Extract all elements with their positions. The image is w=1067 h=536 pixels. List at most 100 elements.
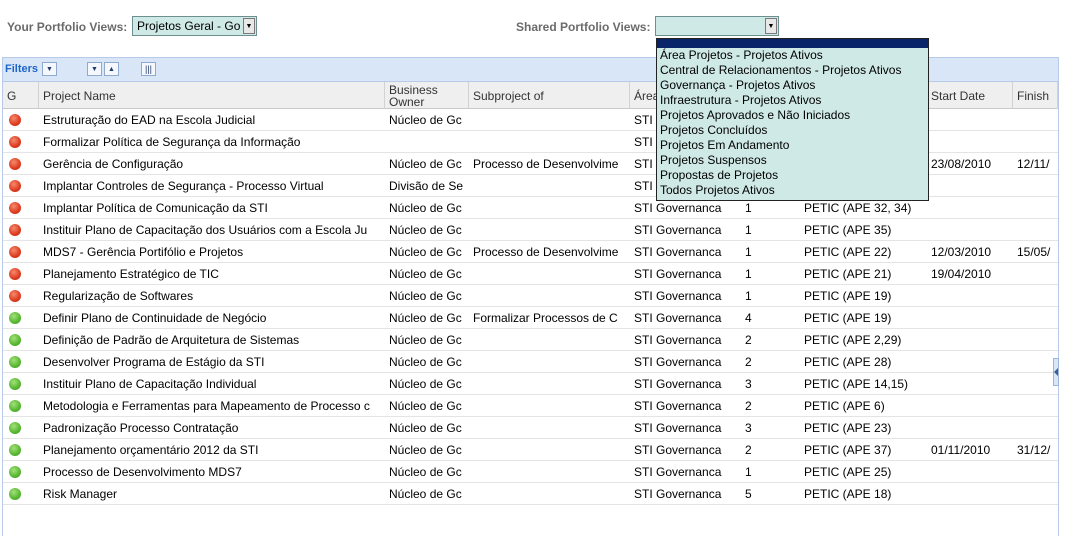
status-dot-icon [9,400,21,412]
project-name-cell[interactable]: Planejamento Estratégico de TIC [39,263,385,285]
expand-all-icon[interactable]: ▼ [87,62,102,76]
dropdown-option[interactable]: Infraestrutura - Projetos Ativos [657,93,928,108]
table-row[interactable]: Processo de Desenvolvimento MDS7 Núcleo d… [3,461,1058,483]
dropdown-option[interactable]: Área Projetos - Projetos Ativos [657,48,928,63]
finish-date-cell [1013,461,1058,483]
finish-date-cell [1013,395,1058,417]
dropdown-option[interactable]: Projetos Aprovados e Não Iniciados [657,108,928,123]
chevron-down-icon[interactable]: ▼ [243,18,255,34]
business-owner-cell: Núcleo de Gc [389,399,462,413]
project-name-cell[interactable]: MDS7 - Gerência Portifólio e Projetos [39,241,385,263]
table-row[interactable]: Padronização Processo Contratação Núcleo … [3,417,1058,439]
table-row[interactable]: Instituir Plano de Capacitação dos Usuár… [3,219,1058,241]
dropdown-option[interactable]: Governança - Projetos Ativos [657,78,928,93]
level-cell: 1 [745,289,752,303]
project-name-cell[interactable]: Padronização Processo Contratação [39,417,385,439]
project-name-cell[interactable]: Metodologia e Ferramentas para Mapeament… [39,395,385,417]
status-dot-icon [9,378,21,390]
area-cell: STI Governanca [634,311,722,325]
table-row[interactable]: Instituir Plano de Capacitação Individua… [3,373,1058,395]
subproject-cell: Formalizar Processos de C [473,311,618,325]
project-name-cell[interactable]: Regularização de Softwares [39,285,385,307]
your-portfolio-views-select[interactable]: Projetos Geral - Go ▼ [132,16,257,36]
start-date-cell [927,109,1013,131]
chevron-down-icon[interactable]: ▼ [765,18,777,34]
area-cell: STI Governanca [634,399,722,413]
finish-date-cell [1013,197,1058,219]
dropdown-option[interactable]: Projetos Concluídos [657,123,928,138]
area-cell: STI Governanca [634,289,722,303]
status-dot-icon [9,422,21,434]
business-owner-cell: Núcleo de Gc [389,487,462,501]
column-header-project-name[interactable]: Project Name [39,82,385,109]
status-dot-icon [9,114,21,126]
status-dot-icon [9,488,21,500]
subproject-cell [469,329,630,351]
column-header-business-owner[interactable]: Business Owner [385,82,469,109]
business-owner-cell: Núcleo de Gc [389,465,462,479]
subproject-cell: Processo de Desenvolvime [473,157,619,171]
collapse-panel-handle[interactable] [1053,358,1059,386]
level-cell: 2 [745,333,752,347]
finish-date-cell [1013,307,1058,329]
table-row[interactable]: Definir Plano de Continuidade de Negócio… [3,307,1058,329]
project-name-cell[interactable]: Formalizar Política de Segurança da Info… [39,131,385,153]
finish-date-cell [1013,263,1058,285]
reference-cell: PETIC (APE 22) [804,245,892,259]
dropdown-option[interactable]: Central de Relacionamentos - Projetos At… [657,63,928,78]
project-name-cell[interactable]: Implantar Controles de Segurança - Proce… [39,175,385,197]
start-date-cell [927,351,1013,373]
finish-date-cell [1013,329,1058,351]
business-owner-cell: Núcleo de Gc [389,311,462,325]
table-row[interactable]: Desenvolver Programa de Estágio da STI Nú… [3,351,1058,373]
level-cell: 1 [745,465,752,479]
table-row[interactable]: Risk Manager Núcleo de Gc STI Governanca 5 P… [3,483,1058,505]
project-name-cell[interactable]: Gerência de Configuração [39,153,385,175]
subproject-cell [469,439,630,461]
table-row[interactable]: Regularização de Softwares Núcleo de Gc ST… [3,285,1058,307]
column-header-finish[interactable]: Finish [1013,82,1058,109]
project-name-cell[interactable]: Planejamento orçamentário 2012 da STI [39,439,385,461]
project-name-cell[interactable]: Definição de Padrão de Arquitetura de Si… [39,329,385,351]
level-cell: 4 [745,311,752,325]
project-name-cell[interactable]: Instituir Plano de Capacitação Individua… [39,373,385,395]
project-name-cell[interactable]: Instituir Plano de Capacitação dos Usuár… [39,219,385,241]
shared-views-dropdown-list: Área Projetos - Projetos Ativos Central d… [656,38,929,201]
subproject-cell [469,109,630,131]
area-cell: STI Governanca [634,223,722,237]
collapse-all-icon[interactable]: ▲ [104,62,119,76]
shared-portfolio-views-select[interactable]: ▼ [655,16,779,36]
table-row[interactable]: Definição de Padrão de Arquitetura de Si… [3,329,1058,351]
status-dot-icon [9,224,21,236]
project-name-cell[interactable]: Desenvolver Programa de Estágio da STI [39,351,385,373]
columns-icon[interactable]: ||| [141,62,156,76]
project-name-cell[interactable]: Estruturação do EAD na Escola Judicial [39,109,385,131]
finish-date-cell [1013,131,1058,153]
project-name-cell[interactable]: Risk Manager [39,483,385,505]
status-dot-icon [9,312,21,324]
reference-cell: PETIC (APE 28) [804,355,892,369]
filters-dropdown-icon[interactable]: ▼ [42,62,57,76]
filters-link[interactable]: Filters [5,63,38,75]
dropdown-option[interactable]: Projetos Suspensos [657,153,928,168]
table-row[interactable]: Metodologia e Ferramentas para Mapeament… [3,395,1058,417]
project-name-cell[interactable]: Implantar Política de Comunicação da STI [39,197,385,219]
finish-date-cell [1013,109,1058,131]
column-header-g[interactable]: G [3,82,39,109]
table-row[interactable]: MDS7 - Gerência Portifólio e Projetos Núc… [3,241,1058,263]
subproject-cell [469,175,630,197]
column-header-subproject-of[interactable]: Subproject of [469,82,630,109]
dropdown-highlighted-blank-option[interactable] [657,39,928,48]
column-header-start-date[interactable]: Start Date [927,82,1013,109]
table-row[interactable]: Planejamento orçamentário 2012 da STI Núc… [3,439,1058,461]
table-row[interactable]: Planejamento Estratégico de TIC Núcleo de… [3,263,1058,285]
dropdown-option[interactable]: Todos Projetos Ativos [657,183,928,198]
project-name-cell[interactable]: Processo de Desenvolvimento MDS7 [39,461,385,483]
shared-portfolio-views-label: Shared Portfolio Views: [516,20,651,34]
project-name-cell[interactable]: Definir Plano de Continuidade de Negócio [39,307,385,329]
start-date-cell [927,373,1013,395]
business-owner-cell: Núcleo de Gc [389,157,462,171]
dropdown-option[interactable]: Propostas de Projetos [657,168,928,183]
status-dot-icon [9,158,21,170]
dropdown-option[interactable]: Projetos Em Andamento [657,138,928,153]
